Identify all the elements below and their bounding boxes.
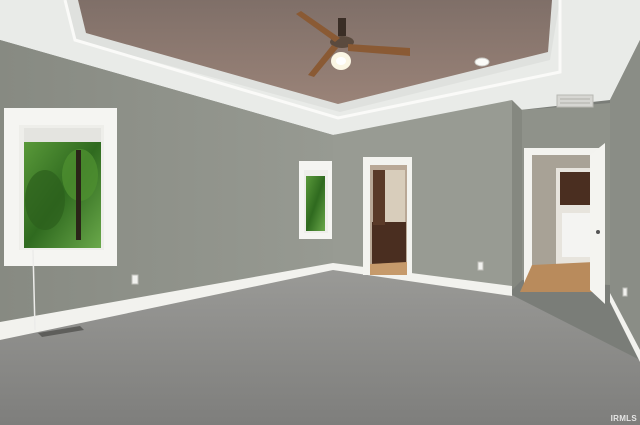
open-door: [590, 143, 605, 304]
middle-window: [299, 161, 332, 239]
outlet-icon: [131, 274, 139, 285]
door-knob: [596, 230, 600, 234]
bedroom-photo: IRMLS: [0, 0, 640, 425]
watermark-text: IRMLS: [610, 414, 637, 423]
outlet-icon: [622, 287, 628, 297]
left-window: [4, 108, 117, 266]
bathroom-doorway: [363, 157, 412, 275]
washer: [562, 213, 592, 257]
outlet-icon: [477, 261, 484, 271]
hall-wall: [512, 100, 522, 290]
air-vent-icon: [556, 94, 594, 108]
room-illustration: [0, 0, 640, 425]
recessed-light: [474, 57, 490, 67]
